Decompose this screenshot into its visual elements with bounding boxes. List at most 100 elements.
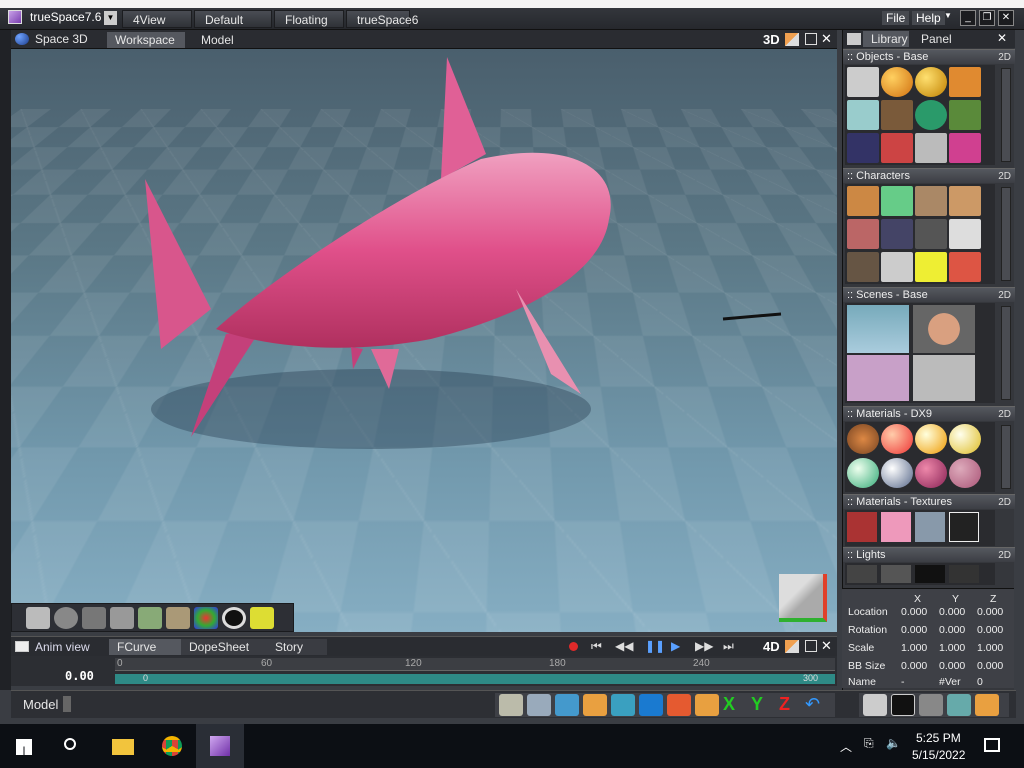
- y-axis-icon[interactable]: Y: [751, 694, 775, 716]
- section-scenes-base[interactable]: :: Scenes - Base 2D: [843, 287, 1015, 302]
- console-icon[interactable]: [891, 694, 915, 716]
- tab-truespace6[interactable]: trueSpace6: [346, 10, 418, 28]
- material-thumb[interactable]: [847, 424, 879, 454]
- section-mode[interactable]: 2D: [998, 548, 1011, 563]
- tab-4view[interactable]: 4View: [122, 10, 192, 28]
- sphere-tool-icon[interactable]: [54, 607, 78, 629]
- select-tool-icon[interactable]: [26, 607, 50, 629]
- cone-tool-icon[interactable]: [82, 607, 106, 629]
- scenes-scrollbar[interactable]: [1001, 306, 1011, 400]
- menu-dropdown-icon[interactable]: ▼: [944, 11, 954, 25]
- pause-icon[interactable]: ❚❚: [645, 639, 665, 653]
- tab-model[interactable]: Model: [193, 32, 242, 48]
- materials-scrollbar[interactable]: [1001, 425, 1011, 489]
- section-lights[interactable]: :: Lights 2D: [843, 547, 1015, 562]
- prop-value-z[interactable]: 0.000: [977, 605, 1011, 619]
- volume-icon[interactable]: 🔈: [886, 736, 901, 750]
- prop-value-y[interactable]: 0.000: [939, 605, 973, 619]
- prop-value-x[interactable]: 0.000: [901, 623, 935, 637]
- material-tool-icon[interactable]: [138, 607, 162, 629]
- render-icon[interactable]: [947, 694, 971, 716]
- screen-capture-icon[interactable]: [919, 694, 943, 716]
- shark-object-thumb[interactable]: [847, 100, 879, 130]
- scene-boxes-thumb[interactable]: [847, 355, 909, 401]
- material-thumb[interactable]: [915, 424, 947, 454]
- prop-value-z[interactable]: 1.000: [977, 641, 1011, 655]
- section-mode[interactable]: 2D: [998, 50, 1011, 65]
- move-tool-icon[interactable]: [499, 694, 523, 716]
- fast-forward-icon[interactable]: ▶▶: [695, 639, 713, 653]
- undo-icon[interactable]: ↶: [805, 694, 829, 716]
- tab-default[interactable]: Default: [194, 10, 272, 28]
- texture-thumb[interactable]: [881, 512, 911, 542]
- 3d-viewport[interactable]: [11, 49, 837, 632]
- character-thumb[interactable]: [915, 219, 947, 249]
- record-button[interactable]: [569, 642, 578, 651]
- character-thumb[interactable]: [847, 186, 879, 216]
- character-thumb[interactable]: [949, 252, 981, 282]
- viewport-maximize-button[interactable]: [805, 33, 817, 45]
- prop-value-x[interactable]: 1.000: [901, 641, 935, 655]
- menu-file[interactable]: File: [882, 11, 910, 25]
- tab-floating[interactable]: Floating: [274, 10, 344, 28]
- timeline[interactable]: 0.00 0 60 120 180 240 0 300: [11, 656, 837, 686]
- windows-start-icon[interactable]: [16, 739, 32, 755]
- blue-cube-icon[interactable]: [639, 694, 663, 716]
- chevron-up-icon[interactable]: ︿: [840, 738, 852, 755]
- character-thumb[interactable]: [949, 219, 981, 249]
- section-objects-base[interactable]: :: Objects - Base 2D: [843, 49, 1015, 64]
- rotate-tool-icon[interactable]: [527, 694, 551, 716]
- torus-tool-icon[interactable]: [222, 607, 246, 629]
- anim-maximize-button[interactable]: [805, 640, 817, 652]
- house-tool-icon[interactable]: [667, 694, 691, 716]
- sphere-object-thumb[interactable]: [881, 67, 913, 97]
- lamp-object-thumb[interactable]: [847, 133, 879, 163]
- cube-tool-icon[interactable]: [110, 607, 134, 629]
- plate-object-thumb[interactable]: [915, 100, 947, 130]
- prop-value-y[interactable]: #Ver: [939, 675, 973, 689]
- file-explorer-icon[interactable]: [112, 739, 134, 755]
- prop-value-x[interactable]: 0.000: [901, 659, 935, 673]
- figure-object-thumb[interactable]: [881, 133, 913, 163]
- deform-tool-icon[interactable]: [166, 607, 190, 629]
- prop-value-z[interactable]: 0.000: [977, 623, 1011, 637]
- viewport-close-button[interactable]: ✕: [821, 31, 832, 47]
- prop-value-z[interactable]: 0.000: [977, 659, 1011, 673]
- tab-library[interactable]: Library: [863, 31, 909, 47]
- texture-thumb[interactable]: [847, 512, 877, 542]
- axis-tool-icon[interactable]: [695, 694, 719, 716]
- tab-fcurve[interactable]: FCurve: [109, 639, 183, 655]
- section-mode[interactable]: 2D: [998, 169, 1011, 184]
- scene-room-thumb[interactable]: [913, 355, 975, 401]
- notification-icon[interactable]: [984, 738, 1000, 752]
- material-thumb[interactable]: [881, 424, 913, 454]
- light-thumb[interactable]: [881, 565, 911, 583]
- characters-scrollbar[interactable]: [1001, 187, 1011, 281]
- tree-object-thumb[interactable]: [949, 100, 981, 130]
- prop-value-x[interactable]: -: [901, 675, 935, 689]
- view-mode-label[interactable]: 3D: [763, 32, 780, 47]
- material-thumb[interactable]: [881, 458, 913, 488]
- section-materials-textures[interactable]: :: Materials - Textures 2D: [843, 494, 1015, 509]
- plane-object-thumb[interactable]: [915, 133, 947, 163]
- prop-value-y[interactable]: 0.000: [939, 659, 973, 673]
- character-thumb[interactable]: [847, 252, 879, 282]
- z-axis-icon[interactable]: Z: [779, 694, 803, 716]
- search-icon[interactable]: [64, 738, 76, 750]
- texture-thumb[interactable]: [915, 512, 945, 542]
- scene-head-thumb[interactable]: [913, 305, 975, 353]
- character-thumb[interactable]: [915, 186, 947, 216]
- library-close-button[interactable]: ✕: [997, 31, 1007, 45]
- character-thumb[interactable]: [881, 252, 913, 282]
- light-thumb[interactable]: [949, 565, 979, 583]
- prop-value-y[interactable]: 0.000: [939, 623, 973, 637]
- prop-value-x[interactable]: 0.000: [901, 605, 935, 619]
- network-icon[interactable]: ⎘: [864, 736, 874, 751]
- anim-mode-label[interactable]: 4D: [763, 639, 780, 654]
- material-thumb[interactable]: [915, 458, 947, 488]
- character-thumb[interactable]: [949, 186, 981, 216]
- skip-end-icon[interactable]: ⏭: [723, 639, 734, 654]
- section-mode[interactable]: 2D: [998, 288, 1011, 303]
- prop-value-y[interactable]: 1.000: [939, 641, 973, 655]
- tab-dopesheet[interactable]: DopeSheet: [181, 639, 267, 655]
